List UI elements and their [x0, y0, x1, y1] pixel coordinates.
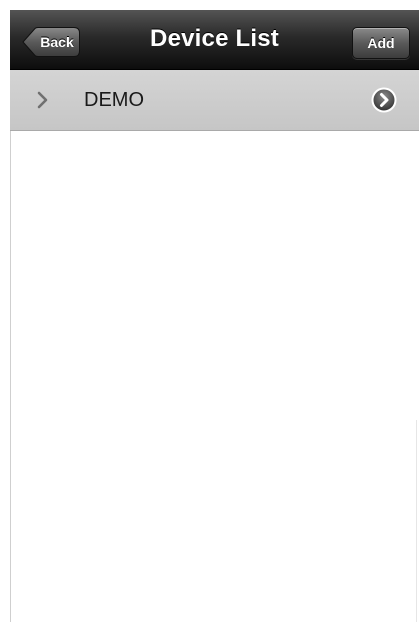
device-name: DEMO	[84, 89, 144, 111]
navigation-bar: Back Device List Add	[10, 10, 419, 70]
right-border-line	[416, 420, 417, 622]
device-list-screen: Back Device List Add DEMO	[0, 0, 419, 622]
device-list: DEMO	[10, 70, 419, 131]
chevron-right-icon	[37, 91, 48, 109]
left-border-line	[10, 130, 11, 622]
add-device-button[interactable]: Add	[352, 27, 410, 59]
detail-disclosure-icon[interactable]	[371, 87, 397, 113]
list-item[interactable]: DEMO	[10, 70, 419, 131]
